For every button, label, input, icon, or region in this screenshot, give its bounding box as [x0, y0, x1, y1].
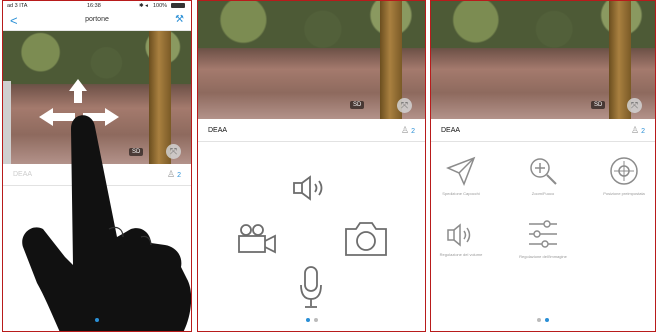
user-icon: ♙ — [401, 125, 410, 135]
fullscreen-icon[interactable]: ⤧ — [397, 98, 412, 113]
page-dot[interactable] — [305, 318, 310, 322]
page-dot[interactable] — [537, 318, 541, 322]
carrier-label: ad 3 ITA — [7, 3, 28, 9]
page-indicator — [198, 309, 425, 327]
speaker-button[interactable] — [292, 175, 332, 201]
app-screen-swipe-gesture: ad 3 ITA 16:38 ✱ ◂ 100% < portone ⚒ SD ⤧… — [2, 0, 192, 332]
tool-zoom-fuoco[interactable]: Zoom/Fuoco — [515, 156, 571, 196]
settings-icon[interactable]: ⚒ — [175, 14, 184, 25]
page-title: portone — [85, 16, 109, 23]
nav-bar: < portone ⚒ — [3, 11, 191, 31]
sliders-icon — [529, 220, 557, 248]
user-count[interactable]: ♙ 2 — [631, 125, 645, 136]
device-bar: DEAA ♙ 2 — [198, 121, 425, 142]
page-indicator — [3, 309, 191, 327]
user-count[interactable]: ♙ 2 — [401, 125, 415, 136]
app-screen-controls: SD ⤧ DEAA ♙ 2 — [197, 0, 426, 332]
tool-label: Zoom/Fuoco — [531, 191, 555, 196]
user-count-value: 2 — [411, 128, 415, 135]
user-count-value: 2 — [641, 128, 645, 135]
microphone-button[interactable] — [299, 265, 323, 309]
status-bar: ad 3 ITA 16:38 ✱ ◂ 100% — [3, 1, 191, 11]
tool-label: Regolazione del volume — [439, 252, 483, 257]
pointing-hand-icon — [22, 115, 191, 331]
tool-posizione-preimpostata[interactable]: Posizione preimpostata — [596, 156, 652, 196]
paper-plane-icon — [446, 156, 476, 186]
snapshot-button[interactable] — [344, 221, 388, 257]
tool-regolazione-volume[interactable]: Regolazione del volume — [433, 223, 489, 257]
quality-badge[interactable]: SD — [350, 101, 365, 109]
device-name: DEAA — [208, 127, 228, 134]
page-dot[interactable] — [95, 318, 99, 322]
bluetooth-icon: ✱ ◂ — [139, 3, 148, 9]
quality-badge[interactable]: SD — [591, 101, 606, 109]
tool-label: Regolazione dell'immagine — [519, 254, 567, 259]
preset-position-icon — [610, 157, 638, 185]
page-dot[interactable] — [313, 318, 318, 322]
battery-label: 100% — [153, 3, 168, 9]
page-indicator — [431, 309, 655, 327]
page-dot[interactable] — [545, 318, 549, 322]
camera-live-view[interactable]: SD ⤧ — [431, 1, 655, 119]
device-bar: DEAA ♙ 2 — [431, 121, 655, 142]
device-name: DEAA — [441, 127, 461, 134]
camera-live-view[interactable]: SD ⤧ — [198, 1, 425, 119]
tool-label: Spedizione Capocchi — [442, 191, 480, 196]
speaker-icon — [447, 223, 471, 247]
tool-label: Posizione preimpostata — [603, 191, 645, 196]
camera-post — [3, 81, 11, 164]
zoom-icon — [530, 158, 557, 185]
video-record-button[interactable] — [236, 224, 278, 254]
battery-icon — [171, 3, 185, 8]
app-screen-tools: SD ⤧ DEAA ♙ 2 Spedizione Capocchi Zoom/Fu… — [430, 0, 656, 332]
tool-regolazione-immagine[interactable]: Regolazione dell'immagine — [515, 219, 571, 259]
user-icon: ♙ — [631, 125, 640, 135]
fullscreen-icon[interactable]: ⤧ — [627, 98, 642, 113]
tool-spedizione-capocchi[interactable]: Spedizione Capocchi — [433, 156, 489, 196]
clock-label: 16:38 — [87, 3, 101, 9]
